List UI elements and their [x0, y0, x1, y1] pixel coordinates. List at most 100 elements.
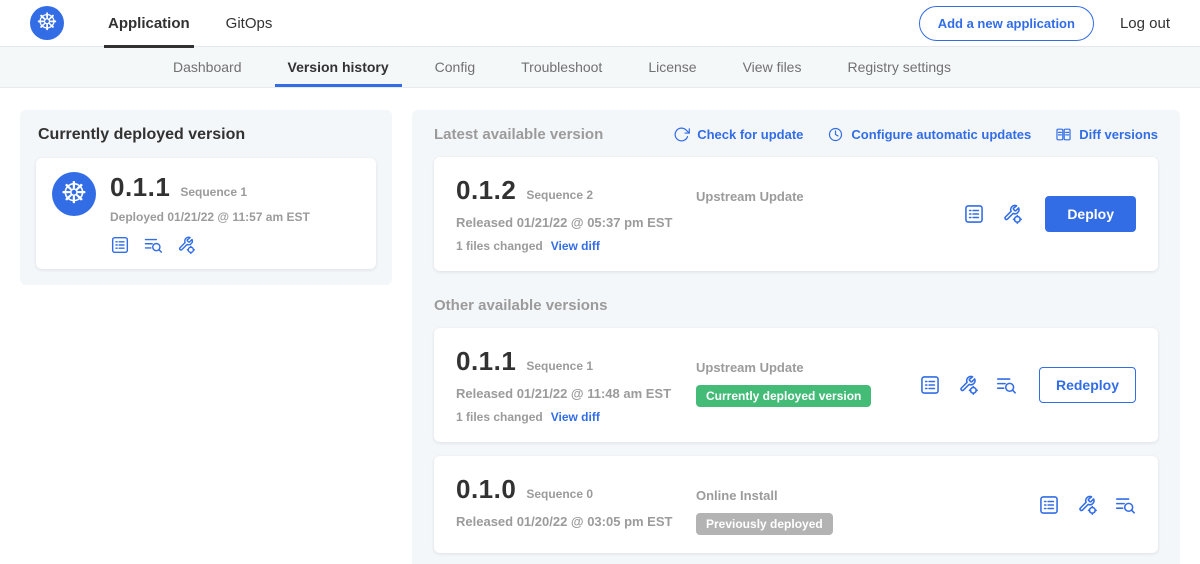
- tab-gitops[interactable]: GitOps: [208, 0, 291, 47]
- add-application-button[interactable]: Add a new application: [919, 6, 1094, 41]
- topbar-right-actions: Add a new application Log out: [919, 6, 1170, 41]
- version-card-0-1-2: 0.1.2 Sequence 2 Released 01/21/22 @ 05:…: [434, 157, 1158, 271]
- kubernetes-logo-icon: ☸: [30, 6, 64, 40]
- subnav-tab-license-label: License: [648, 59, 696, 75]
- top-navigation-bar: ☸ Application GitOps Add a new applicati…: [0, 0, 1200, 47]
- diff-icon: [1055, 126, 1072, 143]
- configure-automatic-updates-button[interactable]: Configure automatic updates: [827, 126, 1031, 143]
- currently-deployed-panel: Currently deployed version ☸ 0.1.1 Seque…: [20, 110, 392, 285]
- edit-config-icon[interactable]: [176, 235, 196, 255]
- sequence-label: Sequence 0: [526, 487, 593, 501]
- edit-config-icon[interactable]: [1076, 494, 1098, 516]
- release-notes-icon[interactable]: [110, 235, 130, 255]
- latest-version-title: Latest available version: [434, 126, 603, 143]
- view-files-icon[interactable]: [1114, 494, 1136, 516]
- deployed-version-line: 0.1.1 Sequence 1: [110, 172, 310, 203]
- version-number: 0.1.0: [456, 474, 516, 505]
- diff-versions-label: Diff versions: [1079, 127, 1158, 142]
- edit-config-icon[interactable]: [1001, 203, 1023, 225]
- version-source: Online Install Previously deployed: [696, 474, 833, 535]
- version-actions: Check for update Configure automatic upd…: [673, 126, 1158, 143]
- version-number: 0.1.2: [456, 175, 516, 206]
- kubernetes-wheel-glyph: ☸: [36, 11, 58, 35]
- sequence-label: Sequence 2: [526, 188, 593, 202]
- release-notes-icon[interactable]: [919, 374, 941, 396]
- deployed-version-card: ☸ 0.1.1 Sequence 1 Deployed 01/21/22 @ 1…: [36, 158, 376, 269]
- version-card-0-1-1: 0.1.1 Sequence 1 Released 01/21/22 @ 11:…: [434, 328, 1158, 442]
- version-line: 0.1.0 Sequence 0: [456, 474, 696, 505]
- app-nav-tabs: Application GitOps: [90, 0, 290, 47]
- tab-application-label: Application: [108, 15, 190, 32]
- subnav-tab-view-files[interactable]: View files: [720, 47, 825, 87]
- logout-link[interactable]: Log out: [1120, 15, 1170, 32]
- app-subnav: Dashboard Version history Config Trouble…: [0, 47, 1200, 88]
- source-label: Online Install: [696, 488, 833, 503]
- release-notes-icon[interactable]: [1038, 494, 1060, 516]
- view-files-icon[interactable]: [995, 374, 1017, 396]
- released-date: Released 01/21/22 @ 05:37 pm EST: [456, 215, 696, 230]
- subnav-tab-config[interactable]: Config: [412, 47, 498, 87]
- deployed-version-info: 0.1.1 Sequence 1 Deployed 01/21/22 @ 11:…: [110, 172, 310, 255]
- version-card-0-1-0: 0.1.0 Sequence 0 Released 01/20/22 @ 03:…: [434, 456, 1158, 553]
- version-card-actions: [1038, 494, 1136, 516]
- version-source: Upstream Update: [696, 175, 804, 204]
- version-info: 0.1.1 Sequence 1 Released 01/21/22 @ 11:…: [456, 346, 696, 424]
- check-for-update-button[interactable]: Check for update: [673, 126, 803, 143]
- other-versions-title: Other available versions: [434, 297, 1158, 314]
- version-history-page: Currently deployed version ☸ 0.1.1 Seque…: [0, 88, 1200, 564]
- files-changed-row: 1 files changed View diff: [456, 410, 696, 424]
- version-card-actions: Deploy: [963, 196, 1136, 232]
- deployed-date: Deployed 01/21/22 @ 11:57 am EST: [110, 210, 310, 224]
- kubernetes-wheel-glyph: ☸: [61, 179, 88, 209]
- latest-version-header: Latest available version Check for updat…: [434, 126, 1158, 143]
- deploy-button[interactable]: Deploy: [1045, 196, 1136, 232]
- version-line: 0.1.1 Sequence 1: [456, 346, 696, 377]
- view-diff-link[interactable]: View diff: [551, 410, 600, 424]
- released-date: Released 01/20/22 @ 03:05 pm EST: [456, 514, 696, 529]
- view-files-icon[interactable]: [143, 235, 163, 255]
- tab-application[interactable]: Application: [90, 0, 208, 47]
- deployed-sequence-label: Sequence 1: [180, 185, 247, 199]
- version-info: 0.1.2 Sequence 2 Released 01/21/22 @ 05:…: [456, 175, 696, 253]
- previously-deployed-badge: Previously deployed: [696, 513, 833, 535]
- version-info: 0.1.0 Sequence 0 Released 01/20/22 @ 03:…: [456, 474, 696, 529]
- redeploy-button[interactable]: Redeploy: [1039, 367, 1136, 403]
- subnav-tab-view-files-label: View files: [743, 59, 802, 75]
- diff-versions-button[interactable]: Diff versions: [1055, 126, 1158, 143]
- deployed-action-icons: [110, 235, 310, 255]
- version-source: Upstream Update Currently deployed versi…: [696, 346, 871, 407]
- source-label: Upstream Update: [696, 360, 871, 375]
- subnav-tab-version-history[interactable]: Version history: [265, 47, 412, 87]
- files-changed-label: 1 files changed: [456, 410, 543, 424]
- subnav-tab-registry-settings[interactable]: Registry settings: [824, 47, 973, 87]
- subnav-tab-version-history-label: Version history: [288, 59, 389, 75]
- released-date: Released 01/21/22 @ 11:48 am EST: [456, 386, 696, 401]
- subnav-tab-registry-settings-label: Registry settings: [847, 59, 950, 75]
- version-number: 0.1.1: [456, 346, 516, 377]
- schedule-icon: [827, 126, 844, 143]
- check-for-update-label: Check for update: [697, 127, 803, 142]
- tab-gitops-label: GitOps: [226, 15, 273, 32]
- subnav-tab-troubleshoot[interactable]: Troubleshoot: [498, 47, 625, 87]
- subnav-tab-config-label: Config: [435, 59, 475, 75]
- refresh-icon: [673, 126, 690, 143]
- configure-automatic-updates-label: Configure automatic updates: [851, 127, 1031, 142]
- deployed-version-number: 0.1.1: [110, 172, 170, 203]
- deployed-panel-title: Currently deployed version: [38, 126, 376, 144]
- version-line: 0.1.2 Sequence 2: [456, 175, 696, 206]
- app-logo-icon: ☸: [52, 172, 96, 216]
- subnav-tab-dashboard[interactable]: Dashboard: [150, 47, 265, 87]
- version-card-actions: Redeploy: [919, 367, 1136, 403]
- edit-config-icon[interactable]: [957, 374, 979, 396]
- files-changed-label: 1 files changed: [456, 239, 543, 253]
- subnav-tab-troubleshoot-label: Troubleshoot: [521, 59, 602, 75]
- currently-deployed-badge: Currently deployed version: [696, 385, 871, 407]
- release-notes-icon[interactable]: [963, 203, 985, 225]
- view-diff-link[interactable]: View diff: [551, 239, 600, 253]
- subnav-tab-dashboard-label: Dashboard: [173, 59, 242, 75]
- subnav-tab-license[interactable]: License: [625, 47, 719, 87]
- version-history-panel: Latest available version Check for updat…: [412, 110, 1180, 564]
- source-label: Upstream Update: [696, 189, 804, 204]
- sequence-label: Sequence 1: [526, 359, 593, 373]
- files-changed-row: 1 files changed View diff: [456, 239, 696, 253]
